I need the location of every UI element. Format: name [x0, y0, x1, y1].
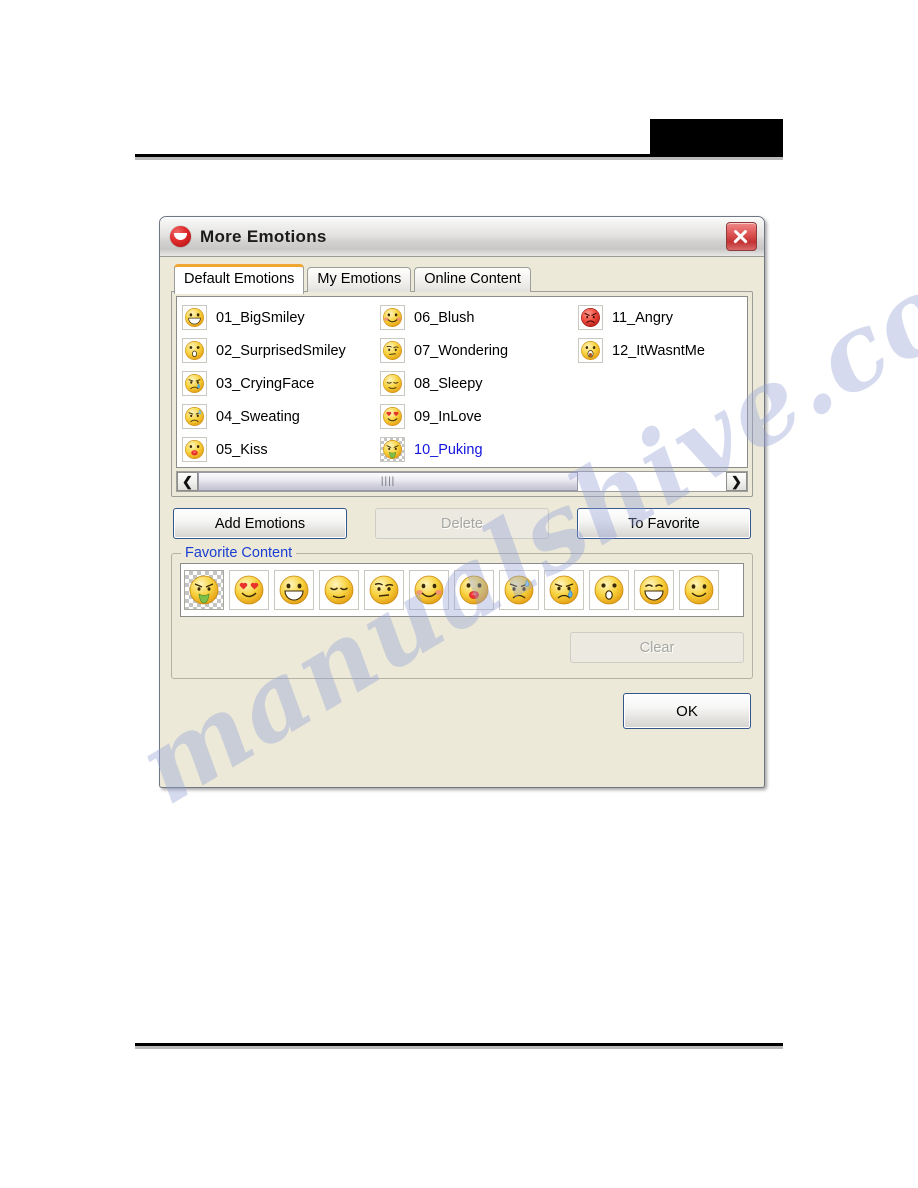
- favorite-item[interactable]: [499, 570, 539, 610]
- kiss-icon: [458, 574, 490, 606]
- list-item-label: 03_CryingFace: [216, 375, 315, 392]
- emotions-column: 01_BigSmiley 02_SurprisedSmiley 03_Cryin…: [179, 301, 377, 466]
- blush-icon: [380, 305, 405, 330]
- favorite-item[interactable]: [454, 570, 494, 610]
- in-love-icon: [233, 574, 265, 606]
- add-emotions-button[interactable]: Add Emotions: [173, 508, 347, 539]
- angry-icon: [578, 305, 603, 330]
- favorite-item[interactable]: [679, 570, 719, 610]
- crying-icon: [182, 371, 207, 396]
- it-wasnt-me-icon: [578, 338, 603, 363]
- puking-icon: [380, 437, 405, 462]
- dialog-footer: OK: [171, 693, 753, 729]
- blush-icon: [413, 574, 445, 606]
- list-item[interactable]: 05_Kiss: [179, 433, 377, 466]
- favorite-item[interactable]: [229, 570, 269, 610]
- scroll-right-arrow-icon[interactable]: ❯: [726, 472, 747, 491]
- smile-icon: [683, 574, 715, 606]
- more-emotions-dialog: More Emotions Default Emotions My Emotio…: [159, 216, 765, 788]
- surprised-icon: [182, 338, 207, 363]
- favorite-item[interactable]: [634, 570, 674, 610]
- wondering-icon: [380, 338, 405, 363]
- favorite-item[interactable]: [184, 570, 224, 610]
- action-button-row: Add Emotions Delete To Favorite: [171, 508, 753, 539]
- surprised-icon: [593, 574, 625, 606]
- scroll-grip-icon: ||||: [380, 475, 396, 487]
- scroll-thumb[interactable]: ||||: [198, 472, 579, 491]
- dialog-body: Default Emotions My Emotions Online Cont…: [160, 257, 764, 786]
- list-item[interactable]: 10_Puking: [377, 433, 575, 466]
- dialog-title: More Emotions: [200, 226, 327, 246]
- big-smiley-icon: [278, 574, 310, 606]
- list-item-label: 11_Angry: [612, 309, 673, 326]
- clear-button[interactable]: Clear: [570, 632, 744, 663]
- list-item-label: 04_Sweating: [216, 408, 300, 425]
- emotions-list: 01_BigSmiley 02_SurprisedSmiley 03_Cryin…: [176, 296, 748, 468]
- list-item-label: 07_Wondering: [414, 342, 509, 359]
- list-item[interactable]: 12_ItWasntMe: [575, 334, 747, 367]
- list-item-label: 01_BigSmiley: [216, 309, 305, 326]
- list-item-label: 05_Kiss: [216, 441, 268, 458]
- list-item[interactable]: 04_Sweating: [179, 400, 377, 433]
- big-smiley-icon: [182, 305, 207, 330]
- sweating-icon: [182, 404, 207, 429]
- list-item[interactable]: 06_Blush: [377, 301, 575, 334]
- list-item-label: 09_InLove: [414, 408, 482, 425]
- emotions-columns: 01_BigSmiley 02_SurprisedSmiley 03_Cryin…: [177, 297, 747, 466]
- tab-online-content[interactable]: Online Content: [414, 267, 531, 292]
- favorite-item[interactable]: [319, 570, 359, 610]
- favorite-content-strip[interactable]: [180, 563, 744, 617]
- kiss-icon: [182, 437, 207, 462]
- red-smiley-shield-icon: [170, 226, 191, 247]
- in-love-icon: [380, 404, 405, 429]
- emotions-column: 11_Angry 12_ItWasntMe: [575, 301, 747, 466]
- delete-button[interactable]: Delete: [375, 508, 549, 539]
- laughing-icon: [638, 574, 670, 606]
- tab-panel-default-emotions: 01_BigSmiley 02_SurprisedSmiley 03_Cryin…: [171, 291, 753, 497]
- wondering-icon: [368, 574, 400, 606]
- close-icon[interactable]: [726, 222, 757, 251]
- scroll-track[interactable]: ||||: [198, 472, 726, 491]
- page-bottom-rule: [135, 1043, 783, 1046]
- sleepy-icon: [380, 371, 405, 396]
- emotions-column: 06_Blush 07_Wondering 08_Sleepy 09_InLov…: [377, 301, 575, 466]
- sweating-icon: [503, 574, 535, 606]
- dialog-titlebar: More Emotions: [160, 217, 764, 257]
- list-item-label: 08_Sleepy: [414, 375, 483, 392]
- clear-button-row: Clear: [180, 632, 744, 663]
- list-item[interactable]: 08_Sleepy: [377, 367, 575, 400]
- list-item[interactable]: 07_Wondering: [377, 334, 575, 367]
- sleepy-icon: [323, 574, 355, 606]
- scroll-left-arrow-icon[interactable]: ❮: [177, 472, 198, 491]
- list-item-label: 02_SurprisedSmiley: [216, 342, 346, 359]
- puking-icon: [188, 574, 220, 606]
- ok-button[interactable]: OK: [623, 693, 751, 729]
- favorite-item[interactable]: [274, 570, 314, 610]
- favorite-content-group: Favorite Content Clear: [171, 545, 753, 679]
- tab-default-emotions[interactable]: Default Emotions: [174, 264, 305, 294]
- list-item-label: 10_Puking: [414, 441, 483, 458]
- tab-my-emotions[interactable]: My Emotions: [307, 267, 412, 292]
- list-item[interactable]: 11_Angry: [575, 301, 747, 334]
- crying-icon: [548, 574, 580, 606]
- page-top-rule: [135, 154, 783, 157]
- list-item[interactable]: 02_SurprisedSmiley: [179, 334, 377, 367]
- redacted-header-block: [650, 119, 783, 154]
- list-item[interactable]: 01_BigSmiley: [179, 301, 377, 334]
- list-item[interactable]: 09_InLove: [377, 400, 575, 433]
- emotions-horizontal-scrollbar[interactable]: ❮ |||| ❯: [176, 471, 748, 492]
- list-item-label: 12_ItWasntMe: [612, 342, 705, 359]
- favorite-item[interactable]: [409, 570, 449, 610]
- favorite-item[interactable]: [364, 570, 404, 610]
- tab-strip: Default Emotions My Emotions Online Cont…: [171, 264, 753, 294]
- favorite-item[interactable]: [544, 570, 584, 610]
- list-item[interactable]: 03_CryingFace: [179, 367, 377, 400]
- list-item-label: 06_Blush: [414, 309, 475, 326]
- favorite-item[interactable]: [589, 570, 629, 610]
- to-favorite-button[interactable]: To Favorite: [577, 508, 751, 539]
- favorite-content-legend: Favorite Content: [181, 545, 297, 561]
